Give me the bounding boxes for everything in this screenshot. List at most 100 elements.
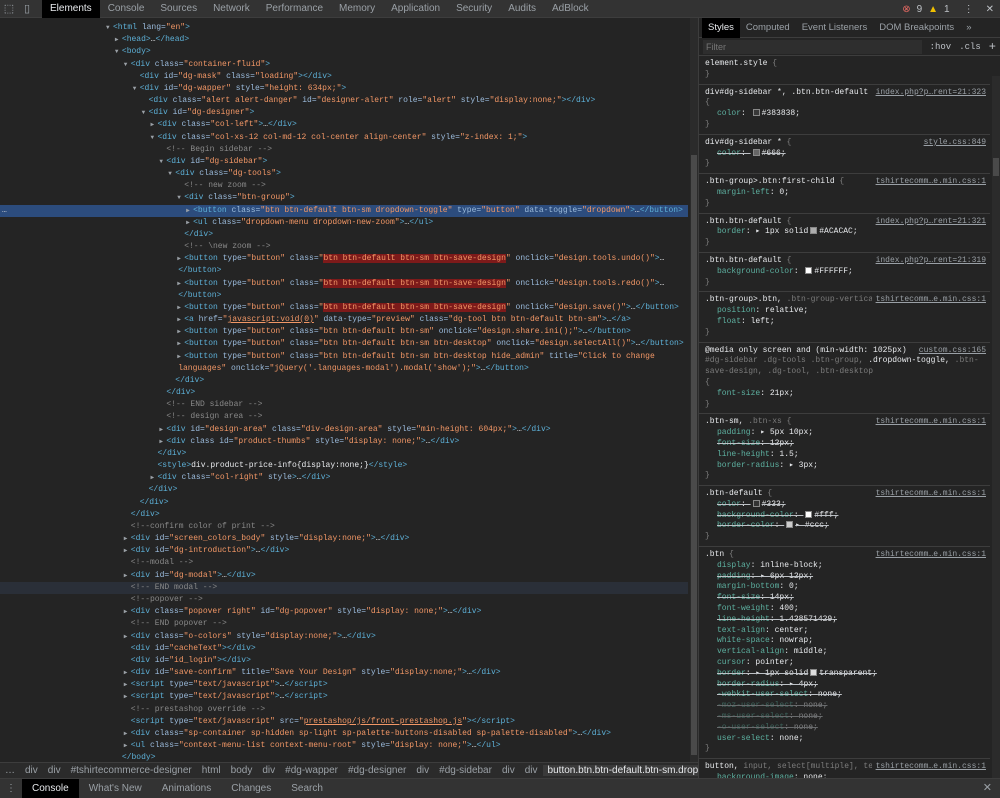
- css-property[interactable]: cursor: pointer;: [705, 658, 986, 669]
- dom-node-line[interactable]: ▶ <ul class="context-menu-list context-me…: [0, 740, 688, 752]
- property-value[interactable]: none: [803, 701, 822, 710]
- dom-node-line[interactable]: ▶ <button type="button" class="btn btn-de…: [0, 253, 688, 265]
- color-swatch[interactable]: [752, 109, 760, 117]
- property-value[interactable]: none: [794, 723, 813, 732]
- css-property[interactable]: font-weight: 400;: [705, 604, 986, 615]
- new-rule-button[interactable]: +: [989, 40, 996, 54]
- breadcrumb-item[interactable]: #dg-sidebar: [434, 765, 497, 776]
- breadcrumb-item[interactable]: div: [520, 765, 543, 776]
- tab-computed[interactable]: Computed: [740, 18, 796, 38]
- expand-triangle-closed-icon[interactable]: ▶: [177, 326, 181, 338]
- expand-triangle-open-icon[interactable]: ▼: [151, 132, 155, 144]
- property-name[interactable]: font-size: [717, 593, 760, 602]
- property-name[interactable]: color: [717, 149, 741, 158]
- breadcrumb-item[interactable]: div: [257, 765, 280, 776]
- expand-triangle-closed-icon[interactable]: ▶: [177, 351, 181, 363]
- property-value[interactable]: pointer: [755, 658, 789, 667]
- expand-triangle-closed-icon[interactable]: ▶: [124, 570, 128, 582]
- property-name[interactable]: text-align: [717, 626, 765, 635]
- dom-node-line[interactable]: ▼ <body>: [0, 46, 688, 58]
- hov-toggle[interactable]: :hov: [930, 42, 952, 52]
- property-value[interactable]: #FFFFFF: [814, 267, 848, 276]
- property-value[interactable]: 14px: [770, 593, 789, 602]
- dom-node-line[interactable]: ▶ <ul class="dropdown-menu dropdown-new-z…: [0, 217, 688, 229]
- property-value[interactable]: ▸ 1px solid: [755, 227, 808, 236]
- dom-node-line[interactable]: <!-- END popover -->: [0, 618, 688, 630]
- dom-node-line[interactable]: <!--modal -->: [0, 557, 688, 569]
- property-value[interactable]: transparent: [819, 669, 872, 678]
- property-name[interactable]: -webkit-user-select: [717, 690, 808, 699]
- dom-node-line[interactable]: ▶ <script type="text/javascript">…</scrip…: [0, 679, 688, 691]
- css-property[interactable]: border-radius: ▸ 3px;: [705, 461, 986, 472]
- tab-application[interactable]: Application: [383, 0, 448, 18]
- dom-node-line[interactable]: ▶ <button type="button" class="btn btn-de…: [0, 278, 688, 290]
- rule-source-link[interactable]: tshirtecomm…e.min.css:1: [871, 417, 986, 429]
- breadcrumb-item[interactable]: div: [20, 765, 43, 776]
- drawer-tab-animations[interactable]: Animations: [152, 779, 221, 798]
- dom-node-line[interactable]: ▶ <div class id="product-thumbs" style="d…: [0, 436, 688, 448]
- expand-triangle-open-icon[interactable]: ▼: [133, 83, 137, 95]
- property-value[interactable]: #333: [762, 500, 781, 509]
- expand-triangle-open-icon[interactable]: ▼: [142, 107, 146, 119]
- css-property[interactable]: background-color: #fff;: [705, 510, 986, 522]
- expand-triangle-closed-icon[interactable]: ▶: [177, 278, 181, 290]
- property-value[interactable]: middle: [794, 647, 823, 656]
- css-property[interactable]: color: #383838;: [705, 109, 986, 120]
- property-name[interactable]: display: [717, 561, 751, 570]
- dom-node-line[interactable]: ▶ <a href="javascript:void(0)" data-type=…: [0, 314, 688, 326]
- dom-node-line[interactable]: ▼ <div class="container-fluid">: [0, 59, 688, 71]
- css-property[interactable]: font-size: 12px;: [705, 439, 986, 450]
- expand-triangle-closed-icon[interactable]: ▶: [151, 119, 155, 131]
- dom-node-line[interactable]: languages" onclick="jQuery('.languages-m…: [0, 363, 688, 375]
- dom-node-line[interactable]: ▼ <div id="dg-sidebar">: [0, 156, 688, 168]
- node-actions-icon[interactable]: …: [2, 205, 7, 217]
- dom-node-line[interactable]: </div>: [0, 509, 688, 521]
- css-property[interactable]: line-height: 1.5;: [705, 450, 986, 461]
- tab-console[interactable]: Console: [100, 0, 153, 18]
- tab-network[interactable]: Network: [205, 0, 258, 18]
- property-name[interactable]: background-color: [717, 511, 794, 520]
- dom-node-line[interactable]: <!-- END sidebar -->: [0, 399, 688, 411]
- tab-elements[interactable]: Elements: [42, 0, 100, 18]
- color-swatch[interactable]: [810, 668, 818, 676]
- css-property[interactable]: text-align: center;: [705, 626, 986, 637]
- dom-node-line[interactable]: ▶ <div class="o-colors" style="display:no…: [0, 631, 688, 643]
- property-value[interactable]: #ACACAC: [819, 227, 853, 236]
- expand-triangle-closed-icon[interactable]: ▶: [186, 205, 190, 217]
- property-name[interactable]: color: [717, 500, 741, 509]
- property-name[interactable]: user-select: [717, 734, 770, 743]
- css-property[interactable]: font-size: 21px;: [705, 389, 986, 400]
- dom-node-line[interactable]: ▼ <div class="col-xs-12 col-md-12 col-cen…: [0, 132, 688, 144]
- property-name[interactable]: padding: [717, 428, 751, 437]
- dom-node-line[interactable]: </div>: [0, 375, 688, 387]
- tab-sources[interactable]: Sources: [152, 0, 205, 18]
- dom-node-line[interactable]: <!--confirm color of print -->: [0, 521, 688, 533]
- expand-triangle-closed-icon[interactable]: ▶: [115, 34, 119, 46]
- dom-node-line[interactable]: <div id="id_login"></div>: [0, 655, 688, 667]
- property-value[interactable]: relative: [765, 306, 803, 315]
- tab-styles[interactable]: Styles: [702, 18, 740, 38]
- property-name[interactable]: vertical-align: [717, 647, 784, 656]
- breadcrumb-item[interactable]: div: [43, 765, 66, 776]
- property-name[interactable]: border-color: [717, 521, 775, 530]
- styles-filter-input[interactable]: [703, 39, 922, 54]
- dom-node-line[interactable]: ▶ <div id="dg-introduction">…</div>: [0, 545, 688, 557]
- property-value[interactable]: ▸ 6px 12px: [760, 572, 808, 581]
- property-value[interactable]: 1.428571429: [779, 615, 832, 624]
- property-name[interactable]: cursor: [717, 658, 746, 667]
- expand-triangle-closed-icon[interactable]: ▶: [124, 679, 128, 691]
- property-name[interactable]: font-weight: [717, 604, 770, 613]
- expand-triangle-closed-icon[interactable]: ▶: [159, 424, 163, 436]
- close-drawer-icon[interactable]: ✕: [983, 781, 992, 794]
- drawer-tab-what-s-new[interactable]: What's New: [79, 779, 152, 798]
- breadcrumb-item[interactable]: #tshirtecommerce-designer: [66, 765, 197, 776]
- tab-security[interactable]: Security: [448, 0, 500, 18]
- dom-node-line[interactable]: ▶ <button type="button" class="btn btn-de…: [0, 326, 688, 338]
- close-devtools-icon[interactable]: ✕: [986, 4, 994, 15]
- expand-triangle-open-icon[interactable]: ▼: [106, 22, 110, 34]
- property-name[interactable]: margin-bottom: [717, 582, 779, 591]
- property-value[interactable]: left: [751, 317, 770, 326]
- breadcrumb-item[interactable]: div: [411, 765, 434, 776]
- property-name[interactable]: font-size: [717, 439, 760, 448]
- property-name[interactable]: border: [717, 669, 746, 678]
